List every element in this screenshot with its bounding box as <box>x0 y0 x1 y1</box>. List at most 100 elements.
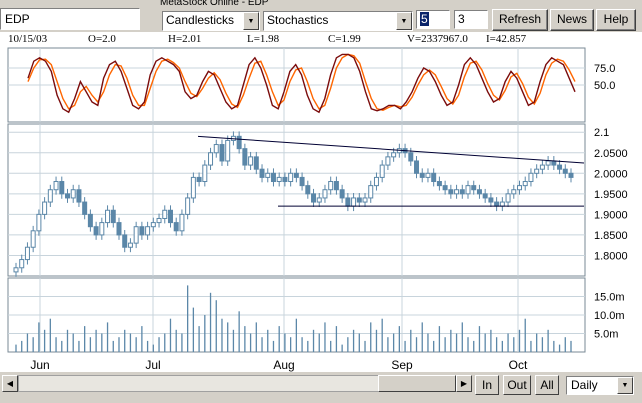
candle-body <box>494 201 500 207</box>
price-tick-label: 1.9000 <box>594 209 628 221</box>
candle-body <box>328 181 334 191</box>
candle-body <box>419 172 425 178</box>
candle-body <box>93 226 99 236</box>
period-select[interactable]: Daily ▼ <box>566 376 634 395</box>
candle-body <box>270 172 276 183</box>
candle-body <box>242 148 248 166</box>
candle-body <box>190 176 196 199</box>
candle-body <box>339 189 345 199</box>
candle-body <box>76 189 82 203</box>
candle-body <box>345 197 351 207</box>
candle-body <box>482 193 488 199</box>
zoom-out-button[interactable]: Out <box>503 375 531 395</box>
candle-body <box>511 189 517 195</box>
candle-body <box>316 197 322 203</box>
candle-body <box>64 193 70 199</box>
price-tick-label: 2.0500 <box>594 148 628 160</box>
candle-body <box>225 139 231 162</box>
candle-body <box>213 144 219 154</box>
price-tick-label: 1.8000 <box>594 250 628 262</box>
candle-body <box>545 160 551 166</box>
candle-body <box>288 172 294 183</box>
zoom-in-button[interactable]: In <box>475 375 499 395</box>
candle-body <box>179 213 185 232</box>
candle-body <box>196 176 202 183</box>
candle-body <box>505 193 511 203</box>
scroll-right-icon[interactable]: ▶ <box>456 375 472 392</box>
candle-body <box>305 185 311 195</box>
price-tick-label: 2.0000 <box>594 168 628 180</box>
candle-body <box>110 209 116 224</box>
candle-body <box>385 156 391 166</box>
candle-body <box>476 189 482 195</box>
candle-body <box>408 152 414 162</box>
month-label: Oct <box>509 358 528 372</box>
candle-body <box>99 222 105 236</box>
candle-body <box>162 209 168 219</box>
candle-body <box>551 160 557 166</box>
candle-body <box>351 197 357 207</box>
candle-body <box>19 259 25 269</box>
period-value: Daily <box>571 378 598 392</box>
candle-body <box>156 217 162 224</box>
candle-body <box>87 213 93 228</box>
month-label: Aug <box>273 358 294 372</box>
candle-body <box>24 246 30 261</box>
candle-body <box>488 197 494 203</box>
candle-body <box>522 181 528 187</box>
candle-body <box>248 156 254 166</box>
candle-body <box>562 168 568 174</box>
stoch-tick-label: 75.0 <box>594 63 615 75</box>
candle-body <box>219 144 225 162</box>
chart-svg[interactable]: Jun Jul Aug Sep Oct 75.0 50.0 2.1 2.0500 2.0000 1.… <box>0 0 642 403</box>
candle-body <box>145 226 151 236</box>
candle-body <box>42 201 48 215</box>
candle-body <box>265 172 271 178</box>
month-label: Jun <box>30 358 49 372</box>
price-tick-label: 2.1 <box>594 127 609 139</box>
candle-body <box>150 222 156 228</box>
candle-body <box>208 152 214 166</box>
candle-body <box>471 185 477 191</box>
candle-body <box>356 197 362 203</box>
volume-tick-label: 15.0m <box>594 292 625 304</box>
candle-body <box>499 201 505 207</box>
candle-body <box>362 197 368 203</box>
candle-body <box>70 189 76 199</box>
candle-body <box>299 176 305 187</box>
candle-body <box>465 185 471 195</box>
scroll-left-icon[interactable]: ◀ <box>2 375 18 392</box>
candle-body <box>454 189 460 195</box>
stoch-tick-label: 50.0 <box>594 80 615 92</box>
candle-body <box>293 172 299 178</box>
month-label: Sep <box>391 358 413 372</box>
candle-body <box>259 168 265 178</box>
month-label: Jul <box>145 358 160 372</box>
candle-body <box>539 164 545 170</box>
candle-body <box>414 160 420 174</box>
candle-body <box>105 209 111 224</box>
zoom-all-button[interactable]: All <box>535 375 559 395</box>
candle-body <box>431 172 437 183</box>
candle-body <box>59 181 65 195</box>
price-tick-label: 1.8500 <box>594 230 628 242</box>
candle-body <box>436 181 442 187</box>
volume-tick-label: 5.0m <box>594 329 618 341</box>
candle-body <box>30 230 36 248</box>
candle-body <box>122 234 128 248</box>
candle-body <box>36 213 42 232</box>
candle-body <box>425 172 431 178</box>
candle-body <box>528 172 534 183</box>
price-tick-label: 1.9500 <box>594 189 628 201</box>
candle-body <box>133 226 139 244</box>
candle-body <box>185 197 191 215</box>
candle-body <box>373 176 379 187</box>
candle-body <box>173 222 179 232</box>
candle-body <box>557 164 563 170</box>
candle-body <box>568 172 574 178</box>
chevron-down-icon[interactable]: ▼ <box>617 377 633 394</box>
candle-body <box>311 193 317 203</box>
candle-body <box>448 189 454 195</box>
candle-body <box>253 156 259 170</box>
scroll-thumb[interactable] <box>378 375 456 392</box>
